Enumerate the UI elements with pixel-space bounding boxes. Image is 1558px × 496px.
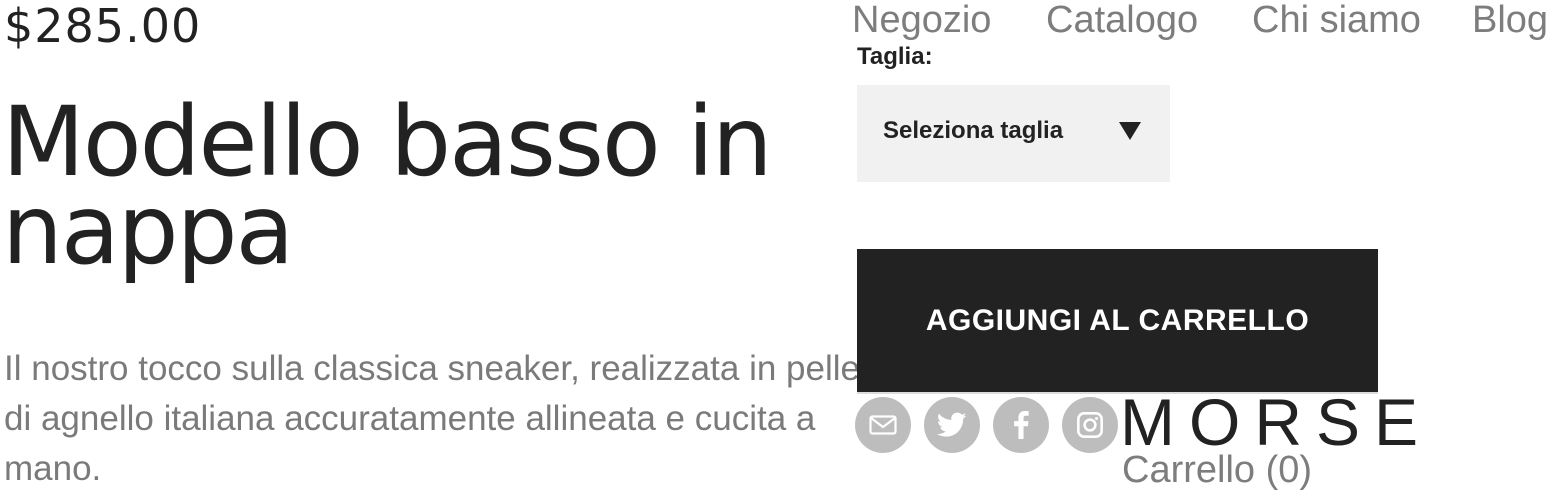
nav-item-catalogo[interactable]: Catalogo: [1046, 0, 1198, 40]
twitter-icon[interactable]: [924, 397, 980, 453]
caret-down-icon: [1119, 122, 1141, 140]
product-title: Modello basso in nappa: [2, 86, 773, 286]
instagram-icon[interactable]: [1062, 397, 1118, 453]
size-select-value: Seleziona taglia: [883, 117, 1064, 144]
facebook-icon[interactable]: [993, 397, 1049, 453]
product-price: $285.00: [4, 0, 202, 53]
size-label: Taglia:: [857, 43, 933, 70]
size-select[interactable]: Seleziona taglia: [857, 85, 1170, 182]
mail-icon[interactable]: [855, 397, 911, 453]
nav-item-chi-siamo[interactable]: Chi siamo: [1252, 0, 1421, 40]
nav-item-blog[interactable]: Blog: [1472, 0, 1548, 40]
cart-link[interactable]: Carrello (0): [1122, 448, 1312, 492]
nav-item-negozio[interactable]: Negozio: [852, 0, 991, 40]
add-to-cart-button[interactable]: AGGIUNGI AL CARRELLO: [857, 249, 1378, 392]
product-description: Il nostro tocco sulla classica sneaker, …: [4, 349, 860, 488]
